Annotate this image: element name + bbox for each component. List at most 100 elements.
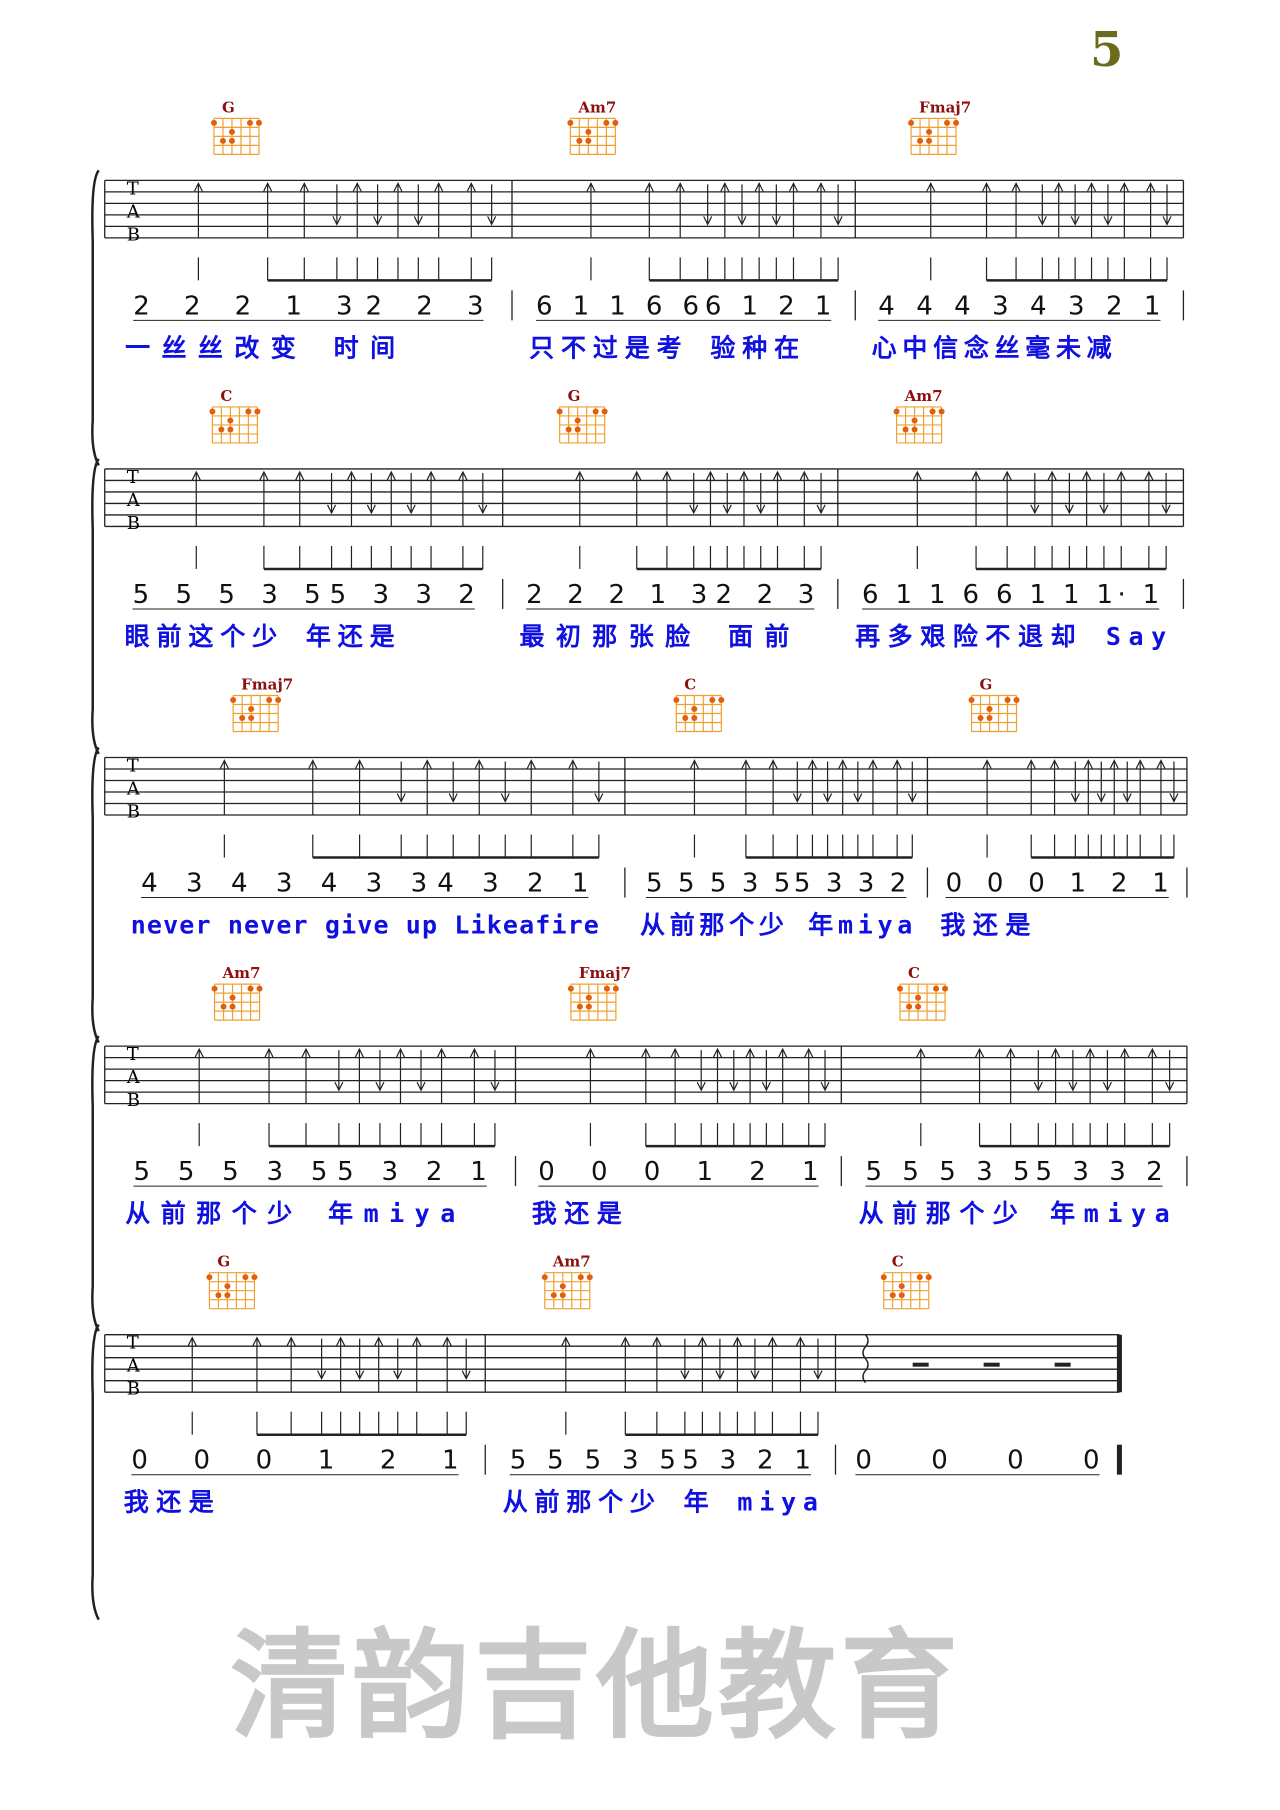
chord-dot (586, 1274, 593, 1281)
chord-dot (902, 426, 909, 433)
jianpu-numbers: 2 2 2 1 32 2 3 (133, 291, 483, 321)
jianpu-numbers: 5 5 5 3 55 3 3 2 (866, 1157, 1163, 1187)
tab-clef-letter: T (127, 756, 139, 777)
lyrics: never never give up Likeafire (131, 911, 599, 940)
chord-name: Am7 (577, 98, 616, 116)
chord-dot (1013, 697, 1020, 704)
chord-name: G (568, 387, 581, 405)
chord-dot (227, 426, 234, 433)
guitar-tab-score: TABG2 2 2 1 32 2 3一丝丝改变 时间Am76 1 1 6 66 … (91, 98, 1188, 1621)
jianpu-numbers: 6 1 1 6 66 1 2 1 (536, 291, 831, 321)
chord-name: C (892, 1253, 904, 1271)
system-brace (91, 169, 100, 466)
jianpu-numbers: 0 0 0 1 2 1 (131, 1446, 458, 1476)
lyrics: 我还是 (940, 911, 1030, 940)
chord-name: Am7 (904, 387, 943, 405)
tab-clef-letter: B (127, 1379, 140, 1400)
chord-dot (247, 985, 254, 992)
chord-dot (209, 408, 216, 415)
chord-dot (224, 1292, 231, 1299)
rest-mark (1054, 1362, 1071, 1367)
chord-dot (603, 985, 610, 992)
chord-dot (915, 1003, 922, 1010)
chord-name: G (980, 676, 993, 694)
chord-dot (897, 985, 904, 992)
chord-dot (898, 1292, 905, 1299)
chord-name: Fmaj7 (579, 964, 631, 982)
chord-dot (230, 697, 237, 704)
chord-dot (220, 1003, 227, 1010)
chord-dot (585, 128, 592, 135)
tab-clef-letter: B (127, 513, 140, 534)
chord-dot (933, 985, 940, 992)
chord-name: Am7 (552, 1253, 591, 1271)
chord-dot (908, 119, 915, 126)
chord-dot (229, 1003, 236, 1010)
chord-dot (254, 408, 261, 415)
chord-dot (942, 985, 949, 992)
jianpu-numbers: 0 0 0 1 2 1 (946, 869, 1169, 899)
chord-name: Fmaj7 (919, 98, 971, 116)
lyrics: 从前那个少 年miya (125, 1199, 455, 1228)
lyrics: 从前那个少 年miya (859, 1199, 1170, 1228)
jianpu-numbers: 2 2 2 1 32 2 3 (526, 580, 814, 610)
chord-dot (248, 706, 255, 713)
chord-name: Fmaj7 (241, 676, 293, 694)
chord-dot (242, 1274, 249, 1281)
tab-clef-letter: T (127, 467, 139, 488)
chord-dot (227, 417, 234, 424)
chord-dot (718, 697, 725, 704)
chord-dot (915, 994, 922, 1001)
chord-dot (251, 1274, 258, 1281)
lyrics: 从前那个少 年miya (640, 911, 912, 940)
chord-name: C (220, 387, 232, 405)
chord-dot (889, 1292, 896, 1299)
chord-dot (559, 1292, 566, 1299)
lyrics: 只不过是考 验种在 (529, 333, 799, 362)
chord-dot (977, 715, 984, 722)
tab-clef-letter: A (126, 1067, 141, 1088)
chord-dot (239, 715, 246, 722)
lyrics: 我还是 (532, 1199, 622, 1228)
chord-dot (567, 119, 574, 126)
chord-name: C (908, 964, 920, 982)
chord-dot (691, 706, 698, 713)
chord-dot (682, 715, 689, 722)
jianpu-numbers: 4 3 4 3 4 3 34 3 2 1 (141, 869, 588, 899)
tab-clef-letter: T (127, 1333, 139, 1354)
chord-dot (550, 1292, 557, 1299)
chord-dot (245, 408, 252, 415)
chord-dot (576, 1003, 583, 1010)
chord-dot (228, 137, 235, 144)
lyrics: 最初那张脸 面前 (519, 622, 789, 651)
tab-clef-letter: A (126, 490, 141, 511)
chord-dot (255, 119, 262, 126)
chord-dot (585, 1003, 592, 1010)
jianpu-numbers: 0 0 0 0 (855, 1446, 1099, 1476)
chord-name: Am7 (222, 964, 261, 982)
chord-dot (559, 1283, 566, 1290)
lyrics: 一丝丝改变 时间 (125, 333, 395, 362)
tab-clef-letter: A (126, 201, 141, 222)
jianpu-numbers: 5 5 5 3 55 3 3 2 (646, 869, 906, 899)
lyrics: 我还是 (124, 1488, 214, 1517)
watermark-logo: 清韵吉他教育 (230, 1617, 963, 1755)
system-brace (91, 458, 100, 755)
jianpu-numbers: 6 1 1 6 6 1 1 1· 1 (862, 580, 1159, 610)
chord-dot (612, 119, 619, 126)
tab-system: TAB Fmaj7 4 3 4 3 4 3 34 3 2 1 never never … (91, 676, 1188, 1044)
chord-dot (574, 426, 581, 433)
jianpu-numbers: 5 5 5 3 55 3 2 1 (510, 1446, 811, 1476)
rest-mark (983, 1362, 1000, 1367)
system-brace (91, 1035, 100, 1332)
chord-dot (246, 119, 253, 126)
chord-dot (541, 1274, 548, 1281)
chord-dot (565, 426, 572, 433)
tab-system: TAB C 5 5 5 3 55 3 3 2 眼前这个少 年还是 G 2 2 2 1 32… (91, 387, 1185, 755)
chord-dot (968, 697, 975, 704)
system-brace (91, 1323, 100, 1621)
chord-dot (916, 1274, 923, 1281)
chord-dot (574, 417, 581, 424)
arpeggio-icon (862, 1334, 869, 1384)
chord-dot (880, 1274, 887, 1281)
